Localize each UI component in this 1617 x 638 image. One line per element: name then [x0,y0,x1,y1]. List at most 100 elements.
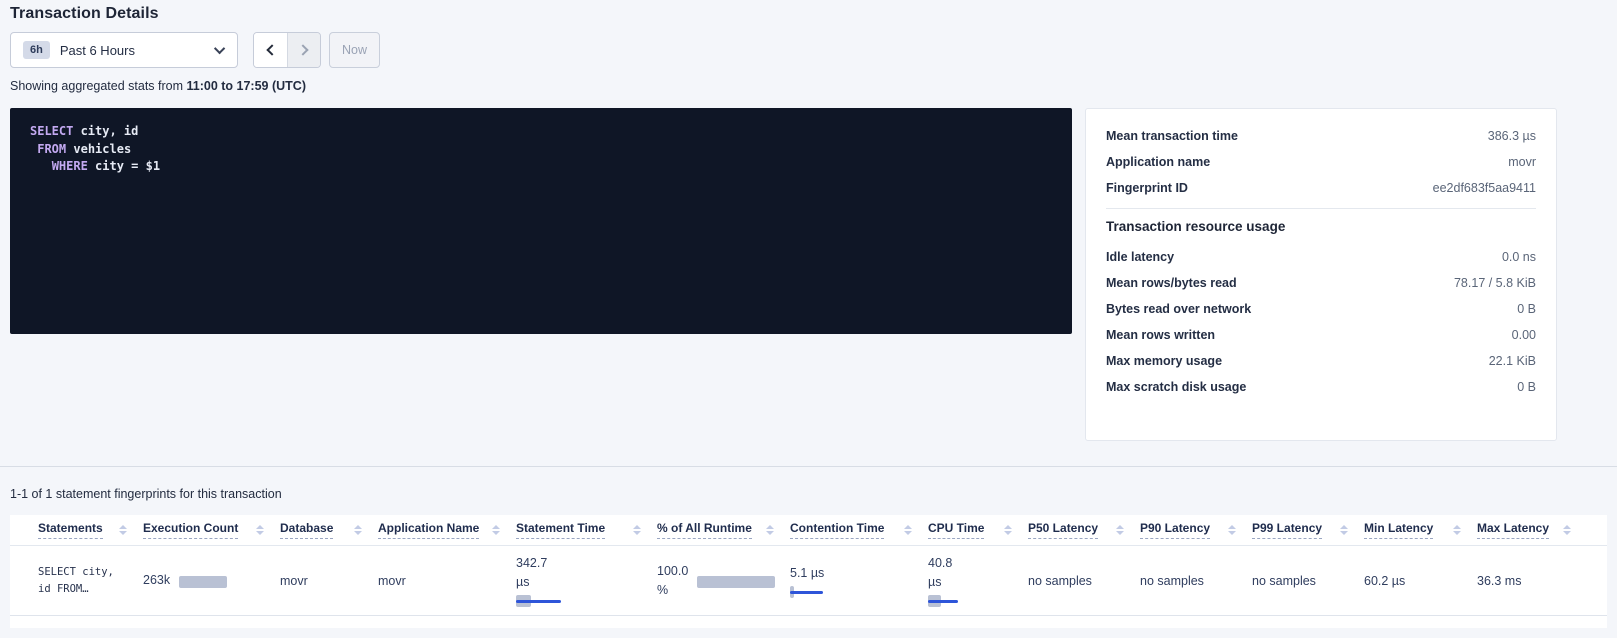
cell-statements[interactable]: SELECT city,id FROM… [38,564,143,598]
cell-cpu-time: 40.8µs [928,554,1028,607]
caption-prefix: Showing aggregated stats from [10,79,187,93]
summary-value: 22.1 KiB [1489,354,1536,368]
statements-table: StatementsExecution Count Database Applica… [10,515,1607,628]
column-header[interactable]: Contention Time [790,521,928,539]
summary-value: movr [1508,155,1536,169]
column-header[interactable]: Database [280,521,378,539]
column-header-label: Database [280,521,333,539]
table-data-row: SELECT city,id FROM…263kmovrmovr342.7µs1… [10,546,1607,616]
time-range-dropdown[interactable]: 6h Past 6 Hours [10,32,238,68]
summary-value: 0.00 [1512,328,1536,342]
column-header-label: Contention Time [790,521,884,539]
summary-label: Max scratch disk usage [1106,380,1246,394]
column-header[interactable]: Statements [38,521,143,539]
summary-divider [1106,208,1536,209]
column-header[interactable]: Max Latency [1477,521,1587,539]
value-bar [928,595,958,607]
summary-label: Bytes read over network [1106,302,1251,316]
summary-label: Mean rows/bytes read [1106,276,1237,290]
summary-row: Idle latency0.0 ns [1106,244,1536,270]
summary-row: Max scratch disk usage 0 B [1106,374,1536,400]
time-range-label: Past 6 Hours [60,43,217,58]
sort-icon[interactable] [631,523,643,537]
sort-icon[interactable] [490,523,502,537]
chevron-right-icon [297,44,308,55]
column-header-label: P90 Latency [1140,521,1210,539]
time-range-badge: 6h [23,41,50,59]
sort-icon[interactable] [1451,523,1463,537]
value-bar [697,576,775,588]
summary-label: Max memory usage [1106,354,1222,368]
sort-icon[interactable] [254,523,266,537]
column-header[interactable]: Application Name [378,521,516,539]
column-header-label: CPU Time [928,521,984,539]
sort-icon[interactable] [1002,523,1014,537]
sort-icon[interactable] [1561,523,1573,537]
column-header[interactable]: CPU Time [928,521,1028,539]
statement-fingerprints-caption: 1-1 of 1 statement fingerprints for this… [10,487,282,501]
column-header-label: Execution Count [143,521,238,539]
column-header-label: P50 Latency [1028,521,1098,539]
resource-rows: Idle latency0.0 ns Mean rows/bytes read 78… [1106,244,1536,400]
summary-row: Max memory usage 22.1 KiB [1106,348,1536,374]
time-controls: 6h Past 6 Hours Now [10,32,380,68]
summary-value: 386.3 µs [1488,129,1536,143]
value-bar [179,576,227,588]
sort-icon[interactable] [117,523,129,537]
summary-value: 0 B [1517,302,1536,316]
summary-value: 78.17 / 5.8 KiB [1454,276,1536,290]
column-header[interactable]: P99 Latency [1252,521,1364,539]
cell-execution-count: 263k [143,571,280,590]
summary-label: Application name [1106,155,1210,169]
column-header[interactable]: Execution Count [143,521,280,539]
previous-time-button[interactable] [254,33,287,67]
time-step-buttons [253,32,321,68]
next-time-button[interactable] [287,33,320,67]
chevron-left-icon [266,44,277,55]
aggregated-stats-caption: Showing aggregated stats from 11:00 to 1… [10,79,306,93]
cell-statement-time: 342.7µs [516,554,657,607]
column-header-label: Statement Time [516,521,605,539]
transaction-summary-card: Mean transaction time 386.3 µs Application… [1085,108,1557,441]
sort-icon[interactable] [902,523,914,537]
summary-row: Mean rows written 0.00 [1106,322,1536,348]
summary-value: 0.0 ns [1502,250,1536,264]
column-header[interactable]: P90 Latency [1140,521,1252,539]
value-bar [790,586,823,598]
summary-label: Mean transaction time [1106,129,1238,143]
cell-database: movr [280,574,378,588]
column-header-label: Max Latency [1477,521,1549,539]
column-header[interactable]: Statement Time [516,521,657,539]
summary-row: Mean transaction time 386.3 µs [1106,123,1536,149]
cell-pct-of-all-runtime: 100.0% [657,562,790,600]
column-header-label: % of All Runtime [657,521,752,539]
sort-icon[interactable] [1226,523,1238,537]
sort-icon[interactable] [352,523,364,537]
resource-usage-title: Transaction resource usage [1106,219,1536,234]
column-header-label: P99 Latency [1252,521,1322,539]
column-header[interactable]: P50 Latency [1028,521,1140,539]
cell-contention-time: 5.1 µs [790,564,928,598]
sort-icon[interactable] [1114,523,1126,537]
summary-row: Bytes read over network 0 B [1106,296,1536,322]
table-header-row: StatementsExecution Count Database Applica… [10,515,1607,546]
summary-row: Fingerprint IDee2df683f5aa9411 [1106,175,1536,201]
column-header[interactable]: Min Latency [1364,521,1477,539]
caption-range: 11:00 to 17:59 (UTC) [187,79,306,93]
sql-text: SELECT city, id FROM vehicles WHERE city… [30,123,1052,176]
summary-top-rows: Mean transaction time 386.3 µs Application… [1106,123,1536,201]
sort-icon[interactable] [764,523,776,537]
summary-label: Mean rows written [1106,328,1215,342]
now-button[interactable]: Now [329,32,380,68]
cell-p50-latency: no samples [1028,574,1140,588]
summary-row: Mean rows/bytes read 78.17 / 5.8 KiB [1106,270,1536,296]
cell-p99-latency: no samples [1252,574,1364,588]
cell-p90-latency: no samples [1140,574,1252,588]
column-header[interactable]: % of All Runtime [657,521,790,539]
cell-application-name: movr [378,574,516,588]
summary-value: 0 B [1517,380,1536,394]
sort-icon[interactable] [1338,523,1350,537]
transaction-sql-box: SELECT city, id FROM vehicles WHERE city… [10,108,1072,334]
summary-value: ee2df683f5aa9411 [1433,181,1536,195]
cell-min-latency: 60.2 µs [1364,574,1477,588]
